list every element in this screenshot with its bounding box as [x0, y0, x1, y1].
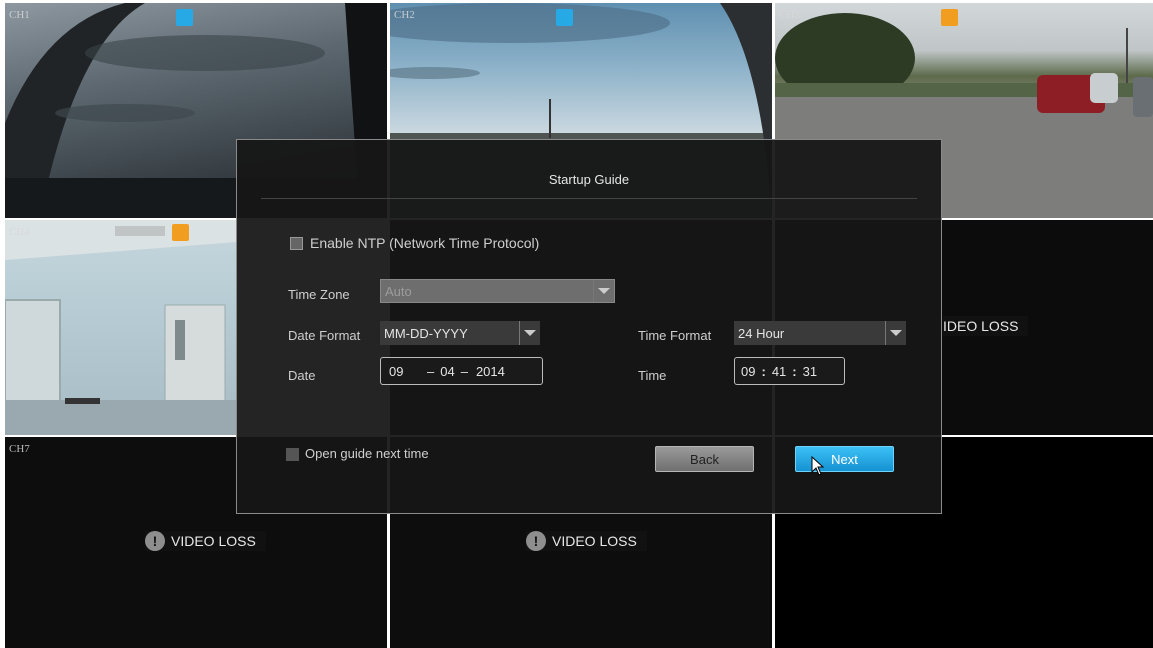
date-format-label: Date Format: [288, 328, 361, 343]
open-guide-checkbox[interactable]: [286, 448, 299, 461]
enable-ntp-checkbox[interactable]: [290, 237, 303, 250]
mouse-cursor-icon: [811, 456, 825, 476]
dialog-title: Startup Guide: [548, 172, 630, 187]
time-separator: :: [761, 363, 766, 379]
warning-icon: !: [145, 531, 165, 551]
enable-ntp-label: Enable NTP (Network Time Protocol): [310, 235, 540, 251]
time-field[interactable]: 09 : 41 : 31: [734, 357, 845, 385]
time-zone-label: Time Zone: [288, 287, 350, 302]
chevron-down-icon: [885, 321, 906, 345]
motion-detect-icon: [172, 224, 189, 241]
date-year[interactable]: 2014: [476, 364, 505, 379]
time-zone-select[interactable]: Auto: [380, 279, 615, 303]
startup-guide-dialog: Startup Guide Enable NTP (Network Time P…: [236, 139, 942, 514]
time-hour[interactable]: 09: [741, 364, 755, 379]
date-month[interactable]: 09: [389, 364, 427, 379]
title-divider: [261, 198, 917, 199]
time-label: Time: [638, 368, 667, 383]
time-separator: :: [792, 363, 797, 379]
channel-label: CH4: [9, 226, 30, 238]
channel-label: CH2: [394, 9, 415, 21]
ch4-scene: [5, 220, 237, 435]
video-loss-text: VIDEO LOSS: [171, 533, 256, 549]
video-loss-indicator: ! VIDEO LOSS: [526, 531, 647, 551]
date-separator: –: [427, 363, 435, 379]
next-button[interactable]: Next: [795, 446, 894, 472]
date-format-value: MM-DD-YYYY: [384, 325, 468, 341]
time-format-select[interactable]: 24 Hour: [734, 321, 906, 345]
date-day[interactable]: 04: [440, 364, 454, 379]
channel-tile-4[interactable]: CH4: [5, 220, 237, 435]
chevron-down-icon: [519, 321, 540, 345]
open-guide-label: Open guide next time: [305, 446, 429, 461]
warning-icon: !: [526, 531, 546, 551]
time-minute[interactable]: 41: [772, 364, 786, 379]
camera-recording-icon: [176, 9, 193, 26]
time-second[interactable]: 31: [803, 364, 817, 379]
time-zone-value: Auto: [385, 283, 412, 299]
video-loss-text: IDEO LOSS: [943, 318, 1019, 334]
time-format-label: Time Format: [638, 328, 712, 343]
channel-label: CH1: [9, 9, 30, 21]
motion-detect-icon: [941, 9, 958, 26]
date-format-select[interactable]: MM-DD-YYYY: [380, 321, 540, 345]
back-button[interactable]: Back: [655, 446, 754, 472]
channel-label: CH3: [779, 9, 800, 21]
channel-label: CH7: [9, 443, 30, 455]
date-separator: –: [460, 363, 468, 379]
date-field[interactable]: 09 – 04 – 2014: [380, 357, 543, 385]
time-format-value: 24 Hour: [738, 325, 785, 341]
date-label: Date: [288, 368, 316, 383]
chevron-down-icon: [593, 280, 614, 302]
video-loss-indicator: IDEO LOSS: [943, 316, 1029, 336]
video-loss-indicator: ! VIDEO LOSS: [145, 531, 266, 551]
video-loss-text: VIDEO LOSS: [552, 533, 637, 549]
camera-recording-icon: [556, 9, 573, 26]
